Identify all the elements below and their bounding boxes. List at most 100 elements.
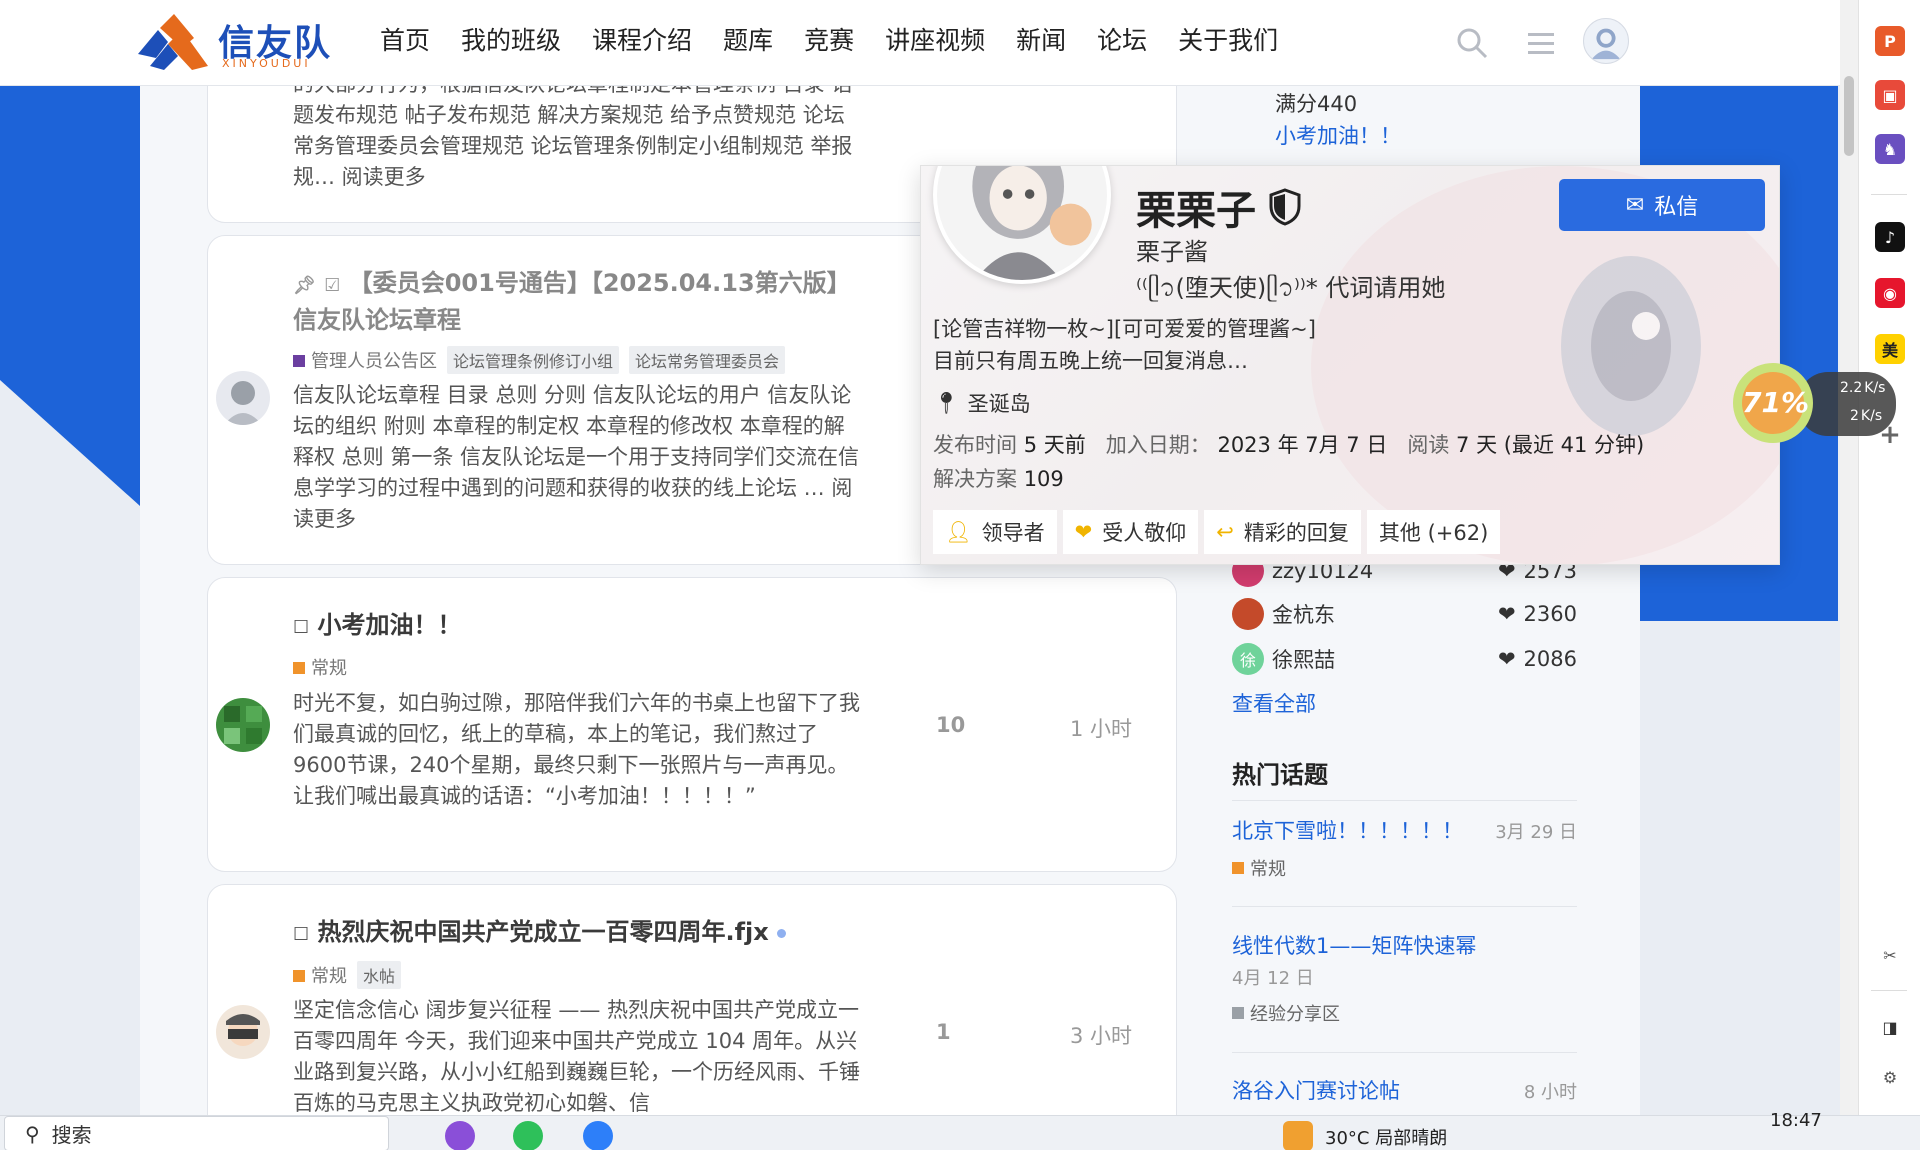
zoom-icon[interactable] [583, 1121, 613, 1150]
divider [1232, 1052, 1577, 1053]
topic-card[interactable]: ☐ 热烈庆祝中国共产党成立一百零四周年.fjx 常规 水帖 坚定信念信心 阔步复… [207, 884, 1177, 1134]
badge-respected[interactable]: ❤ 受人敬仰 [1062, 510, 1199, 554]
nav-videos[interactable]: 讲座视频 [885, 22, 985, 60]
shield-icon [1269, 188, 1301, 226]
net-down-speed: 2 K/s [1850, 408, 1883, 424]
topic-excerpt: 时光不复，如白驹过隙，那陪伴我们六年的书桌上也留下了我们最真诚的回忆，纸上的草稿… [293, 691, 860, 808]
card-status: ⁽⁽ᥫ᭡(堕天使)ᥫ᭡⁾⁾* 代词请用她 [1136, 274, 1446, 302]
nav-about[interactable]: 关于我们 [1178, 22, 1278, 60]
topic-title[interactable]: ☐ 小考加油！！ [293, 608, 873, 645]
category-badge[interactable]: 常规 [293, 654, 347, 680]
site-logo[interactable]: 信友队 XINYOUDUI [138, 10, 348, 72]
search-icon[interactable] [1455, 26, 1489, 60]
ai-app-icon[interactable] [445, 1121, 475, 1150]
settings-icon[interactable]: ⚙ [1875, 1062, 1905, 1092]
user-avatar [1232, 598, 1264, 630]
nav-home[interactable]: 首页 [380, 22, 430, 60]
reply-icon: ↩ [1216, 520, 1234, 544]
nav-problems[interactable]: 题库 [723, 22, 773, 60]
hot-topic-item[interactable]: 线性代数1——矩阵快速幂 4月 12 日 经验分享区 [1232, 930, 1577, 1026]
category-badge[interactable]: 常规 [293, 962, 347, 988]
tag-chip[interactable]: 论坛常务管理委员会 [629, 346, 786, 374]
user-avatar[interactable] [1583, 18, 1629, 64]
powerpoint-icon[interactable]: P [1875, 26, 1905, 56]
background-decoration-left [0, 86, 140, 506]
logo-icon [138, 14, 208, 70]
brand-subtitle: XINYOUDUI [222, 57, 311, 70]
menu-icon[interactable] [1524, 26, 1558, 60]
topic-excerpt: 坚定信念信心 阔步复兴征程 —— 热烈庆祝中国共产党成立一百零四周年 今天，我们… [293, 998, 860, 1115]
activity-time[interactable]: 3 小时 [1070, 1020, 1132, 1050]
user-icon: 👤︎ [945, 519, 972, 544]
nav-courses[interactable]: 课程介绍 [592, 22, 692, 60]
leaderboard-row[interactable]: 徐 徐熙喆 ❤ 2086 [1232, 643, 1577, 675]
message-button[interactable]: ✉ 私信 [1559, 179, 1765, 231]
heart-icon: ❤ [1497, 602, 1516, 626]
nav-contests[interactable]: 竞赛 [804, 22, 854, 60]
nav-news[interactable]: 新闻 [1016, 22, 1066, 60]
category-badge[interactable]: 管理人员公告区 [293, 347, 437, 373]
hot-topic-title[interactable]: 洛谷入门赛讨论帖 [1232, 1075, 1400, 1105]
badge-nice-reply[interactable]: ↩ 精彩的回复 [1204, 510, 1361, 554]
nav-my-class[interactable]: 我的班级 [461, 22, 561, 60]
heart-icon: ❤ [1497, 647, 1516, 671]
scrollbar-thumb[interactable] [1844, 76, 1854, 156]
hot-topic-item[interactable]: 洛谷入门赛讨论帖 8 小时 [1232, 1075, 1577, 1105]
taskbar: ⚲ 搜索 30°C 局部晴朗 18:47 [0, 1110, 1920, 1150]
wechat-icon[interactable] [513, 1121, 543, 1150]
badge-others[interactable]: 其他 (+62) [1366, 510, 1501, 554]
weather-text[interactable]: 30°C 局部晴朗 [1325, 1124, 1447, 1150]
nav-forum[interactable]: 论坛 [1097, 22, 1147, 60]
split-view-icon[interactable]: ◨ [1875, 1012, 1905, 1042]
envelope-icon: ✉ [1625, 192, 1645, 218]
screenshot-icon[interactable]: ✂ [1875, 940, 1905, 970]
chess-icon[interactable]: ♞ [1875, 134, 1905, 164]
card-location: 📍︎ 圣诞岛 [933, 390, 1031, 417]
poster-avatar[interactable] [216, 1005, 270, 1059]
hot-topic-item[interactable]: 北京下雪啦！！！！！！ 3月 29 日 常规 [1232, 815, 1577, 881]
topic-excerpt: 的大部分行为，根据信友队论坛章程制定本管理条例 目录 话题发布规范 帖子发布规范… [293, 72, 853, 189]
poster-avatar[interactable] [216, 698, 270, 752]
net-percent: 71% [1742, 386, 1810, 419]
hot-topic-title[interactable]: 线性代数1——矩阵快速幂 [1232, 930, 1577, 960]
hot-topic-date: 8 小时 [1523, 1082, 1577, 1103]
topic-title[interactable]: ☐ 热烈庆祝中国共产党成立一百零四周年.fjx [293, 915, 913, 952]
topic-tags: 管理人员公告区 论坛管理条例修订小组 论坛常务管理委员会 [293, 346, 786, 374]
checkbox-icon: ☐ [293, 924, 310, 945]
sidebar-topic-link[interactable]: 小考加油！！ [1275, 120, 1401, 150]
net-up-speed: 2.2 K/s [1840, 380, 1886, 396]
poster-avatar[interactable] [216, 371, 270, 425]
divider [1871, 990, 1907, 991]
view-all-link[interactable]: 查看全部 [1232, 688, 1316, 718]
search-icon: ⚲ [25, 1121, 40, 1146]
category-badge[interactable]: 常规 [1232, 855, 1577, 881]
activity-time[interactable]: 1 小时 [1070, 713, 1132, 743]
sidebar-score-text: 满分440 [1275, 92, 1358, 116]
net-speed-widget[interactable]: 71% 2.2 K/s 2 K/s [1728, 358, 1898, 448]
badge-leader[interactable]: 👤︎ 领导者 [933, 510, 1057, 554]
topic-excerpt: 信友队论坛章程 目录 总则 分则 信友队论坛的用户 信友队论坛的组织 附则 本章… [293, 383, 860, 531]
leaderboard-row[interactable]: 金杭东 ❤ 2360 [1232, 598, 1577, 630]
card-stats: 发布时间 5 天前 加入日期： 2023 年 7月 7 日 阅读 7 天 (最近… [933, 433, 1645, 491]
weibo-icon[interactable]: ◉ [1875, 278, 1905, 308]
weather-icon[interactable] [1283, 1121, 1313, 1150]
tiktok-icon[interactable]: ♪ [1875, 222, 1905, 252]
divider [1232, 800, 1577, 801]
user-avatar: 徐 [1232, 643, 1264, 675]
page-scrollbar[interactable] [1840, 0, 1858, 1115]
taskbar-search[interactable]: ⚲ 搜索 [4, 1116, 389, 1150]
hot-topic-title[interactable]: 北京下雪啦！！！！！！ [1232, 815, 1463, 845]
pin-icon: 📌︎ [293, 275, 316, 296]
tag-chip[interactable]: 水帖 [357, 961, 402, 989]
topic-tags: 常规 水帖 [293, 961, 402, 989]
map-pin-icon: 📍︎ [933, 390, 960, 415]
user-card-popup: ✉ 私信 栗栗子 栗子酱 ⁽⁽ᥫ᭡(堕天使)ᥫ᭡⁾⁾* 代词请用她 [论管吉祥物… [920, 165, 1780, 565]
clock-time[interactable]: 18:47 [1770, 1110, 1822, 1131]
reply-count: 1 [936, 1020, 951, 1044]
topic-card[interactable]: ☐ 小考加油！！ 常规 时光不复，如白驹过隙，那陪伴我们六年的书桌上也留下了我们… [207, 577, 1177, 872]
site-header: 信友队 XINYOUDUI 首页 我的班级 课程介绍 题库 竞赛 讲座视频 新闻… [0, 0, 1840, 86]
tag-chip[interactable]: 论坛管理条例修订小组 [447, 346, 620, 374]
toolbox-icon[interactable]: ▣ [1875, 80, 1905, 110]
topic-title[interactable]: 📌︎ ☑ 【委员会001号通告】【2025.04.13第六版】信友队论坛章程 [293, 266, 873, 337]
category-badge[interactable]: 经验分享区 [1232, 1000, 1577, 1026]
